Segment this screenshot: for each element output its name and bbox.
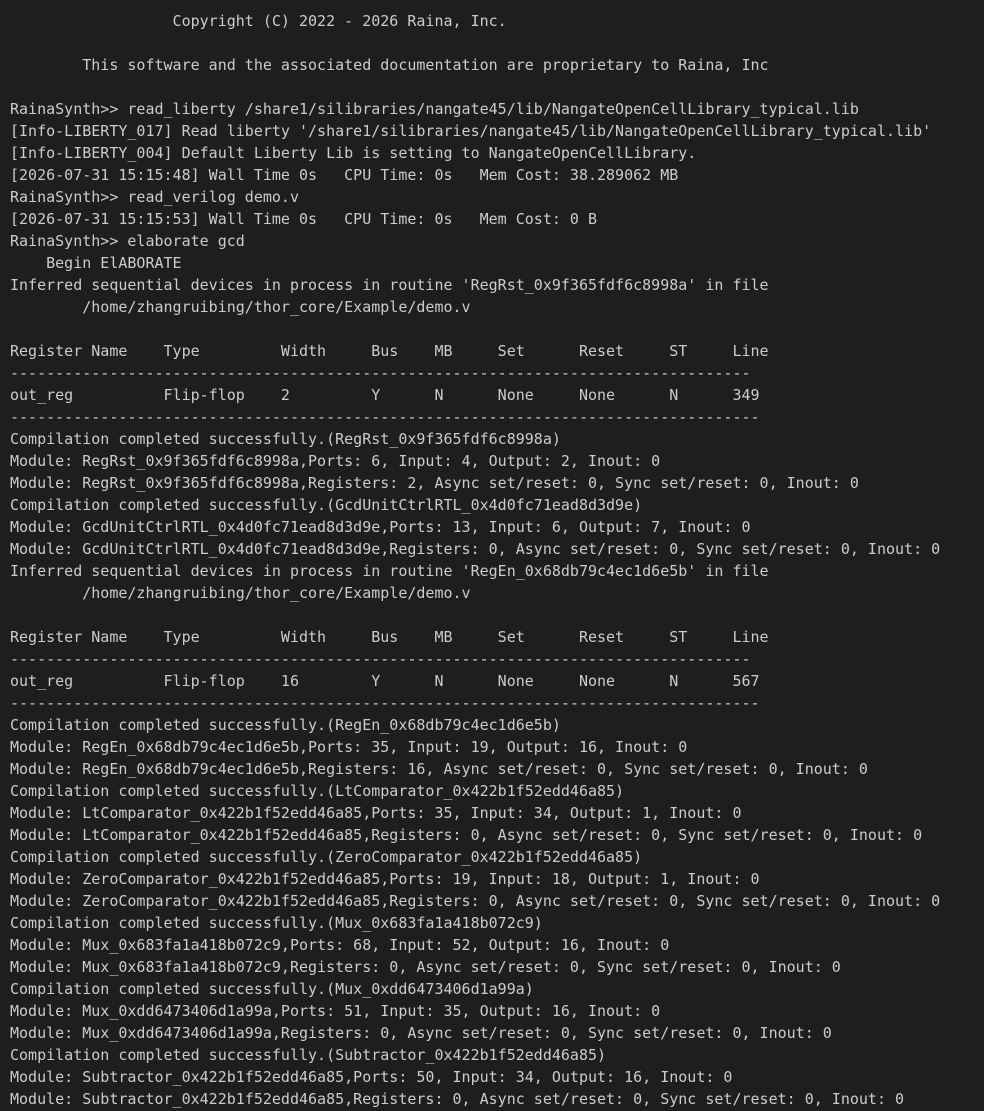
terminal-line: Compilation completed successfully.(GcdU… [10,496,643,514]
terminal-line: Register Name Type Width Bus MB Set Rese… [10,628,769,646]
terminal-line: Register Name Type Width Bus MB Set Rese… [10,342,769,360]
terminal-line: Module: GcdUnitCtrlRTL_0x4d0fc71ead8d3d9… [10,540,941,558]
terminal-line: Begin ElABORATE [10,254,182,272]
terminal-line: Module: ZeroComparator_0x422b1f52edd46a8… [10,870,760,888]
terminal-line: out_reg Flip-flop 2 Y N None None N 349 [10,386,760,404]
terminal-line: ----------------------------------------… [10,364,751,382]
terminal-line: Module: Mux_0xdd6473406d1a99a,Ports: 51,… [10,1002,661,1020]
terminal-line: Compilation completed successfully.(LtCo… [10,782,625,800]
terminal-line: Module: LtComparator_0x422b1f52edd46a85,… [10,804,742,822]
terminal-line: Module: GcdUnitCtrlRTL_0x4d0fc71ead8d3d9… [10,518,751,536]
terminal-line: Compilation completed successfully.(Mux_… [10,914,543,932]
terminal-line: [2026-07-31 15:15:48] Wall Time 0s CPU T… [10,166,679,184]
terminal-line: Module: ZeroComparator_0x422b1f52edd46a8… [10,892,941,910]
terminal-line: out_reg Flip-flop 16 Y N None None N 567 [10,672,760,690]
terminal-line: ----------------------------------------… [10,694,760,712]
terminal-line: Module: Mux_0x683fa1a418b072c9,Registers… [10,958,841,976]
terminal-line: RainaSynth>> read_liberty /share1/silibr… [10,100,859,118]
terminal-line: /home/zhangruibing/thor_core/Example/dem… [10,298,471,316]
terminal-line: Inferred sequential devices in process i… [10,562,769,580]
terminal-line: ----------------------------------------… [10,408,760,426]
terminal-line: ----------------------------------------… [10,650,751,668]
terminal-line: Compilation completed successfully.(Mux_… [10,980,534,998]
terminal-line: Module: Subtractor_0x422b1f52edd46a85,Re… [10,1090,905,1108]
terminal-line: [Info-LIBERTY_017] Read liberty '/share1… [10,122,932,140]
terminal-line: Compilation completed successfully.(Zero… [10,848,643,866]
terminal-line: RainaSynth>> read_verilog demo.v [10,188,299,206]
terminal-line: Compilation completed successfully.(Subt… [10,1046,607,1064]
terminal-line: Module: LtComparator_0x422b1f52edd46a85,… [10,826,923,844]
terminal-line: Compilation completed successfully.(RegR… [10,430,561,448]
terminal-line: Inferred sequential devices in process i… [10,276,769,294]
terminal-line: Module: RegEn_0x68db79c4ec1d6e5b,Ports: … [10,738,688,756]
terminal-line: /home/zhangruibing/thor_core/Example/dem… [10,584,471,602]
terminal-line: Module: RegRst_0x9f365fdf6c8998a,Ports: … [10,452,661,470]
terminal-output[interactable]: Copyright (C) 2022 - 2026 Raina, Inc. Th… [0,0,984,1111]
terminal-line: Copyright (C) 2022 - 2026 Raina, Inc. [10,12,507,30]
terminal-line: Compilation completed successfully.(RegE… [10,716,561,734]
terminal-line: Module: Mux_0x683fa1a418b072c9,Ports: 68… [10,936,670,954]
terminal-line: RainaSynth>> elaborate gcd [10,232,245,250]
terminal-line: This software and the associated documen… [10,56,769,74]
terminal-line: Module: RegEn_0x68db79c4ec1d6e5b,Registe… [10,760,868,778]
terminal-line: Module: Mux_0xdd6473406d1a99a,Registers:… [10,1024,832,1042]
terminal-line: [2026-07-31 15:15:53] Wall Time 0s CPU T… [10,210,597,228]
terminal-line: Module: RegRst_0x9f365fdf6c8998a,Registe… [10,474,859,492]
terminal-line: Module: Subtractor_0x422b1f52edd46a85,Po… [10,1068,733,1086]
terminal-line: [Info-LIBERTY_004] Default Liberty Lib i… [10,144,697,162]
